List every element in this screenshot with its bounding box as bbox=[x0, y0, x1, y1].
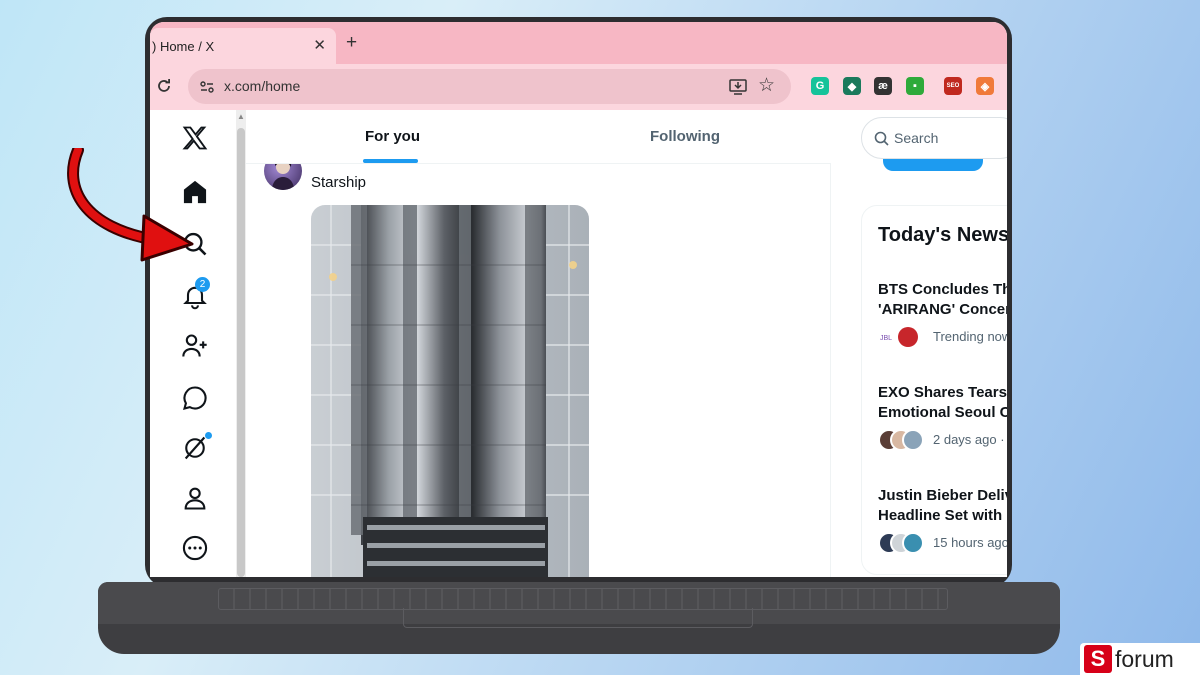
search-placeholder: Search bbox=[894, 130, 939, 146]
search-input[interactable]: Search bbox=[861, 117, 1007, 159]
chat-icon[interactable] bbox=[181, 384, 209, 412]
right-sidebar: Search Today's News BTS Concludes Th 'AR… bbox=[831, 110, 1007, 577]
tab-home-x[interactable]: ) Home / X ✕ bbox=[150, 28, 336, 64]
todays-news-panel: Today's News BTS Concludes Th 'ARIRANG' … bbox=[861, 205, 1007, 575]
tab-title: ) Home / X bbox=[152, 38, 215, 54]
tab-strip: ) Home / X ✕ + bbox=[150, 22, 1007, 64]
trackpad bbox=[403, 608, 753, 628]
timeline: Starship For you Following bbox=[246, 110, 831, 577]
tab-for-you[interactable]: For you bbox=[365, 128, 420, 145]
browser-toolbar: x.com/home ☆ G ◆ æ ▪ SEO ◈ bbox=[150, 64, 1007, 110]
news-story[interactable]: EXO Shares Tears a Emotional Seoul C 2 d… bbox=[878, 383, 1007, 453]
post-text: Starship bbox=[311, 174, 367, 191]
scroll-thumb[interactable] bbox=[237, 128, 245, 577]
seo-icon[interactable]: SEO bbox=[944, 77, 962, 95]
active-tab-indicator bbox=[363, 159, 418, 163]
ae-icon[interactable]: æ bbox=[874, 77, 892, 95]
feed-tabs: For you Following bbox=[246, 110, 831, 164]
install-app-icon[interactable] bbox=[728, 77, 748, 97]
news-story[interactable]: Justin Bieber Deliv Headline Set with 15… bbox=[878, 486, 1007, 556]
story-headline-line2: Headline Set with bbox=[878, 507, 1003, 524]
tab-following[interactable]: Following bbox=[650, 128, 720, 145]
scroll-up-icon[interactable]: ▲ bbox=[237, 112, 245, 121]
page-scrollbar[interactable]: ▲ bbox=[236, 110, 246, 577]
story-headline-line1: Justin Bieber Deliv bbox=[878, 487, 1007, 504]
grammarly-icon[interactable]: G bbox=[811, 77, 829, 95]
sforum-logo: S forum bbox=[1080, 643, 1200, 675]
search-field-icon bbox=[874, 131, 889, 146]
follow-people-icon[interactable] bbox=[181, 332, 209, 360]
bookmark-star-icon[interactable]: ☆ bbox=[758, 74, 775, 97]
subscribe-button[interactable] bbox=[883, 159, 983, 171]
laptop-base bbox=[98, 582, 1060, 654]
starship-image bbox=[311, 205, 589, 577]
browser-window: ) Home / X ✕ + x.com/home ☆ G ◆ æ ▪ SEO … bbox=[150, 22, 1007, 577]
extension-orange-icon[interactable]: ◈ bbox=[976, 77, 994, 95]
extension-gift-icon[interactable]: ▪ bbox=[906, 77, 924, 95]
story-meta: JBL Trending now bbox=[878, 326, 1007, 350]
red-arrow-icon bbox=[67, 148, 194, 262]
story-headline-line1: EXO Shares Tears a bbox=[878, 384, 1007, 401]
keyboard bbox=[218, 588, 948, 610]
story-source-logo: JBL bbox=[878, 326, 918, 348]
extension-green-icon[interactable]: ◆ bbox=[843, 77, 861, 95]
more-icon[interactable] bbox=[181, 534, 209, 562]
new-tab-button[interactable]: + bbox=[346, 32, 357, 54]
site-info-icon[interactable] bbox=[198, 78, 216, 96]
story-headline-line1: BTS Concludes Th bbox=[878, 281, 1007, 298]
logo-s-mark: S bbox=[1084, 645, 1112, 673]
news-title: Today's News bbox=[878, 224, 1007, 246]
url-text: x.com/home bbox=[224, 78, 301, 94]
reload-icon[interactable] bbox=[156, 78, 172, 94]
x-home-page: 2 ▲ Starship For you Following Search To… bbox=[150, 110, 1007, 577]
grok-dot bbox=[205, 432, 212, 439]
notification-badge: 2 bbox=[195, 277, 210, 292]
grok-icon[interactable] bbox=[181, 434, 209, 462]
story-time: 2 days ago · E bbox=[933, 432, 1007, 447]
story-time: 15 hours ago bbox=[933, 535, 1007, 550]
story-headline-line2: Emotional Seoul C bbox=[878, 404, 1007, 421]
story-avatar bbox=[902, 429, 924, 451]
profile-icon[interactable] bbox=[181, 484, 209, 512]
post-image[interactable] bbox=[311, 205, 589, 577]
story-avatar bbox=[902, 532, 924, 554]
story-meta: 2 days ago · E bbox=[878, 429, 1007, 453]
svg-text:JBL: JBL bbox=[880, 335, 892, 342]
close-tab-icon[interactable]: ✕ bbox=[313, 36, 326, 54]
logo-text: forum bbox=[1115, 645, 1174, 672]
story-meta: 15 hours ago bbox=[878, 532, 1007, 556]
news-story[interactable]: BTS Concludes Th 'ARIRANG' Concert JBL T… bbox=[878, 280, 1007, 350]
story-time: Trending now bbox=[933, 329, 1007, 344]
story-headline-line2: 'ARIRANG' Concert bbox=[878, 301, 1007, 318]
laptop-deck bbox=[98, 582, 1060, 628]
address-bar[interactable]: x.com/home ☆ bbox=[188, 69, 791, 104]
